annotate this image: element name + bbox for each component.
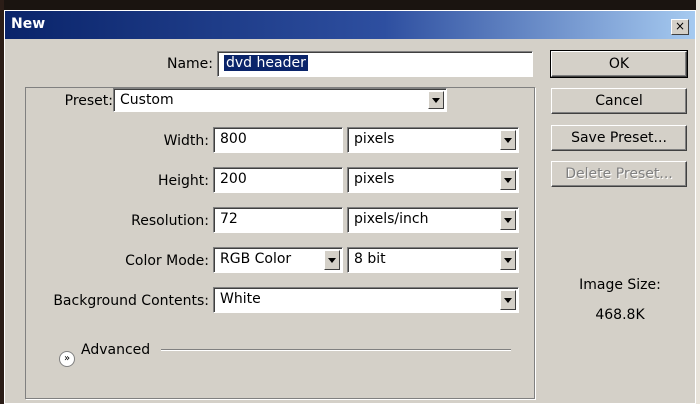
- dialog-title: New: [11, 16, 46, 32]
- color-mode-label: Color Mode:: [125, 253, 209, 269]
- background-contents-dropdown-arrow-icon[interactable]: [500, 290, 516, 310]
- color-mode-select[interactable]: RGB Color: [213, 247, 343, 273]
- width-input[interactable]: 800: [213, 127, 343, 153]
- new-document-dialog: New × Name: dvd header Preset: Custom Wi…: [4, 10, 696, 404]
- bit-depth-select[interactable]: 8 bit: [347, 247, 519, 273]
- height-unit-select[interactable]: pixels: [347, 167, 519, 193]
- height-unit-value: pixels: [354, 171, 395, 187]
- ok-button[interactable]: OK: [550, 50, 688, 78]
- name-label: Name:: [166, 56, 213, 72]
- background-contents-label: Background Contents:: [53, 293, 209, 309]
- resolution-unit-value: pixels/inch: [354, 211, 429, 227]
- background-contents-value: White: [220, 291, 261, 307]
- dialog-titlebar[interactable]: New ×: [5, 11, 695, 39]
- preset-label: Preset:: [45, 93, 117, 109]
- image-size-value: 468.8K: [595, 307, 645, 323]
- background-right-strip: [696, 0, 700, 404]
- cancel-button[interactable]: Cancel: [551, 88, 687, 114]
- resolution-label: Resolution:: [131, 213, 209, 229]
- height-input[interactable]: 200: [213, 167, 343, 193]
- width-unit-value: pixels: [354, 131, 395, 147]
- width-label: Width:: [163, 133, 209, 149]
- image-size-label: Image Size:: [579, 277, 661, 293]
- color-mode-value: RGB Color: [220, 251, 292, 267]
- close-button[interactable]: ×: [671, 19, 689, 35]
- delete-preset-button[interactable]: Delete Preset...: [551, 161, 687, 187]
- resolution-unit-select[interactable]: pixels/inch: [347, 207, 519, 233]
- height-unit-dropdown-arrow-icon[interactable]: [500, 170, 516, 190]
- color-mode-dropdown-arrow-icon[interactable]: [324, 250, 340, 270]
- preset-value: Custom: [120, 92, 174, 108]
- bit-depth-value: 8 bit: [354, 251, 386, 267]
- advanced-toggle[interactable]: Advanced: [81, 342, 150, 358]
- width-unit-select[interactable]: pixels: [347, 127, 519, 153]
- height-label: Height:: [158, 173, 209, 189]
- preset-select[interactable]: Custom: [113, 88, 447, 112]
- name-value: dvd header: [224, 55, 308, 71]
- background-contents-select[interactable]: White: [213, 287, 519, 313]
- advanced-divider: [161, 349, 511, 351]
- resolution-input[interactable]: 72: [213, 207, 343, 233]
- resolution-unit-dropdown-arrow-icon[interactable]: [500, 210, 516, 230]
- width-unit-dropdown-arrow-icon[interactable]: [500, 130, 516, 150]
- bit-depth-dropdown-arrow-icon[interactable]: [500, 250, 516, 270]
- save-preset-button[interactable]: Save Preset...: [551, 125, 687, 151]
- name-input[interactable]: dvd header: [217, 51, 533, 77]
- preset-dropdown-arrow-icon[interactable]: [428, 91, 444, 109]
- chevron-double-down-icon[interactable]: »: [59, 351, 75, 367]
